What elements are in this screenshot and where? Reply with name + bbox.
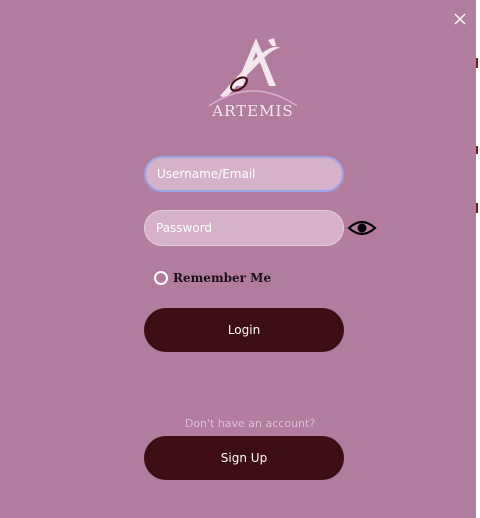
login-window: ARTEMIS Remember Me Login Don't have an … bbox=[0, 0, 476, 518]
artemis-logo-icon bbox=[208, 38, 298, 107]
show-password-button[interactable] bbox=[347, 215, 377, 241]
radio-icon[interactable] bbox=[154, 271, 168, 285]
artemis-logo: ARTEMIS bbox=[206, 36, 300, 124]
signup-prompt: Don't have an account? bbox=[184, 417, 316, 430]
signup-button[interactable]: Sign Up bbox=[144, 436, 344, 480]
password-input[interactable] bbox=[144, 210, 344, 246]
username-input[interactable] bbox=[144, 156, 344, 192]
edge-mark bbox=[476, 146, 478, 154]
edge-mark bbox=[476, 203, 478, 213]
eye-icon bbox=[347, 220, 377, 236]
edge-mark bbox=[476, 58, 478, 68]
app-logo-text: ARTEMIS bbox=[212, 102, 294, 120]
remember-me-option[interactable]: Remember Me bbox=[154, 268, 271, 288]
remember-me-label: Remember Me bbox=[173, 271, 272, 285]
login-button[interactable]: Login bbox=[144, 308, 344, 352]
window-edge bbox=[476, 0, 480, 518]
close-button[interactable] bbox=[448, 7, 472, 31]
close-icon bbox=[454, 13, 466, 25]
